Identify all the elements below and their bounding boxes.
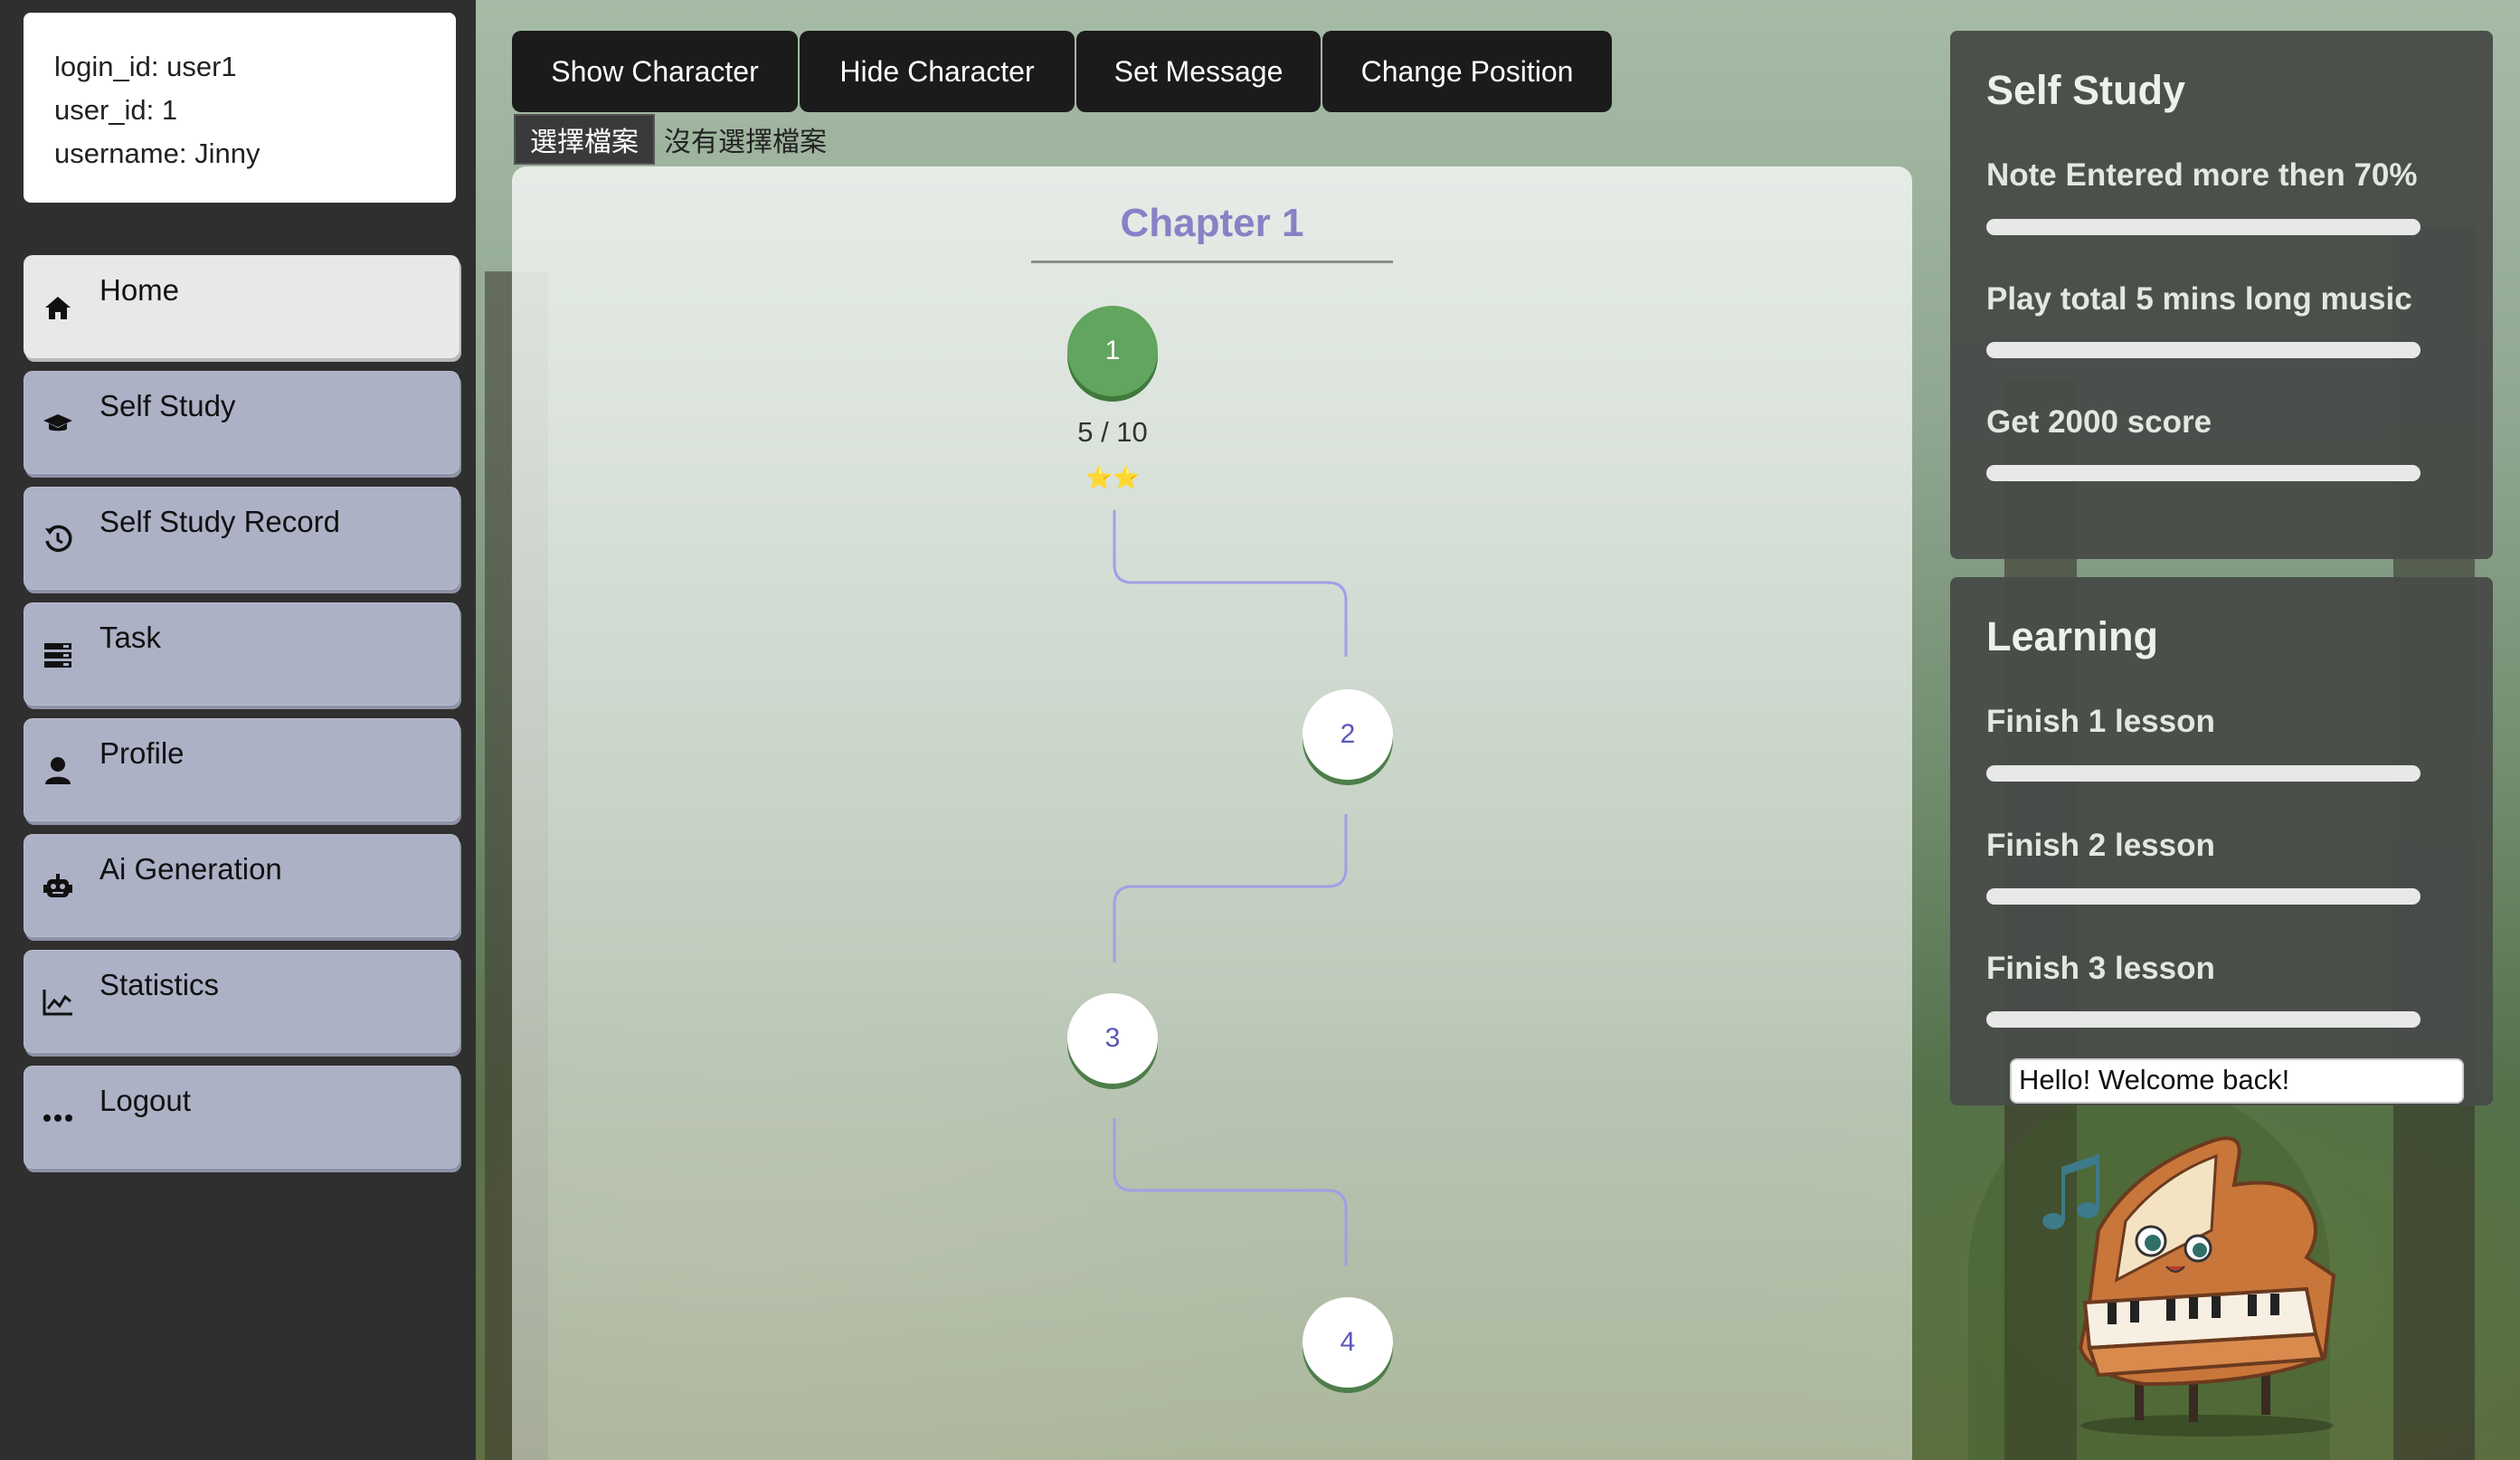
goal-progress-bar — [1986, 888, 2421, 905]
goal-label: Note Entered more then 70% — [1986, 157, 2418, 193]
goal-progress-bar — [1986, 765, 2421, 782]
goal-progress-bar — [1986, 219, 2421, 235]
goal-label: Finish 1 lesson — [1986, 704, 2215, 739]
goal-label: Finish 3 lesson — [1986, 951, 2215, 986]
lesson-node-3[interactable]: 3 — [1067, 993, 1158, 1084]
panel-title: Self Study — [1986, 67, 2186, 113]
lesson-stars: ⭐⭐ — [1085, 466, 1140, 490]
lesson-score: 5 / 10 — [1077, 416, 1148, 448]
goal-progress-bar — [1986, 342, 2421, 358]
lesson-node-4[interactable]: 4 — [1303, 1297, 1393, 1388]
goal-progress-bar — [1986, 1011, 2421, 1028]
learning-panel: Learning Finish 1 lesson Finish 2 lesson… — [1950, 577, 2493, 1105]
goal-label: Get 2000 score — [1986, 404, 2212, 440]
lesson-node-2[interactable]: 2 — [1303, 689, 1393, 780]
piano-mascot-icon[interactable] — [2035, 1122, 2361, 1438]
character-speech-bubble: Hello! Welcome back! — [2010, 1058, 2464, 1104]
panel-title: Learning — [1986, 613, 2159, 659]
goal-progress-bar — [1986, 465, 2421, 481]
goal-label: Finish 2 lesson — [1986, 828, 2215, 863]
self-study-panel: Self Study Note Entered more then 70% Pl… — [1950, 31, 2493, 559]
goal-label: Play total 5 mins long music — [1986, 281, 2412, 317]
lesson-node-1[interactable]: 1 — [1067, 306, 1158, 396]
